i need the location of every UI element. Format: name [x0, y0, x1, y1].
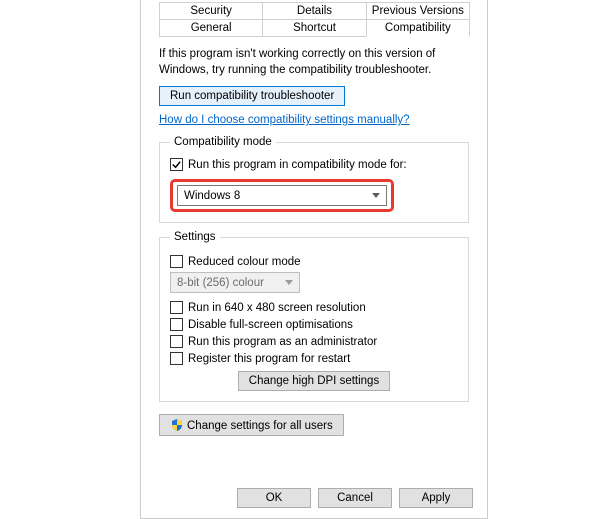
- chevron-down-icon: [285, 280, 293, 285]
- intro-text: If this program isn't working correctly …: [159, 47, 469, 78]
- cancel-button[interactable]: Cancel: [318, 488, 392, 508]
- compat-mode-label: Run this program in compatibility mode f…: [188, 159, 407, 171]
- tab-previous-versions[interactable]: Previous Versions: [366, 2, 470, 19]
- properties-dialog: Security Details Previous Versions Gener…: [140, 0, 488, 519]
- compatibility-mode-legend: Compatibility mode: [170, 136, 276, 148]
- compat-mode-value: Windows 8: [184, 190, 240, 202]
- compatibility-mode-group: Compatibility mode Run this program in c…: [159, 136, 469, 223]
- tab-strip: Security Details Previous Versions Gener…: [141, 0, 487, 37]
- disable-fullscreen-checkbox[interactable]: [170, 318, 183, 331]
- tab-security[interactable]: Security: [159, 2, 263, 19]
- register-restart-label: Register this program for restart: [188, 353, 350, 365]
- tab-compatibility[interactable]: Compatibility: [366, 19, 470, 37]
- run-troubleshooter-button[interactable]: Run compatibility troubleshooter: [159, 86, 345, 106]
- chevron-down-icon: [372, 193, 380, 198]
- change-all-users-label: Change settings for all users: [187, 420, 333, 432]
- run-admin-checkbox[interactable]: [170, 335, 183, 348]
- settings-group: Settings Reduced colour mode 8-bit (256)…: [159, 231, 469, 402]
- disable-fullscreen-label: Disable full-screen optimisations: [188, 319, 353, 331]
- tab-details[interactable]: Details: [262, 2, 366, 19]
- run-640-checkbox[interactable]: [170, 301, 183, 314]
- tab-content: If this program isn't working correctly …: [159, 36, 469, 480]
- colour-mode-select: 8-bit (256) colour: [170, 272, 300, 293]
- highlight-box: Windows 8: [170, 179, 394, 212]
- reduced-colour-checkbox[interactable]: [170, 255, 183, 268]
- shield-icon: [170, 418, 184, 432]
- ok-button[interactable]: OK: [237, 488, 311, 508]
- dialog-footer: OK Cancel Apply: [141, 480, 487, 518]
- settings-legend: Settings: [170, 231, 220, 243]
- manual-settings-link[interactable]: How do I choose compatibility settings m…: [159, 114, 410, 126]
- tab-shortcut[interactable]: Shortcut: [262, 19, 366, 37]
- apply-button[interactable]: Apply: [399, 488, 473, 508]
- register-restart-checkbox[interactable]: [170, 352, 183, 365]
- compat-mode-checkbox[interactable]: [170, 158, 183, 171]
- tab-general[interactable]: General: [159, 19, 263, 37]
- colour-mode-value: 8-bit (256) colour: [177, 277, 264, 289]
- compat-mode-select[interactable]: Windows 8: [177, 185, 387, 206]
- change-all-users-button[interactable]: Change settings for all users: [159, 414, 344, 436]
- reduced-colour-label: Reduced colour mode: [188, 256, 301, 268]
- change-dpi-button[interactable]: Change high DPI settings: [238, 371, 390, 391]
- run-admin-label: Run this program as an administrator: [188, 336, 377, 348]
- run-640-label: Run in 640 x 480 screen resolution: [188, 302, 366, 314]
- check-icon: [171, 159, 182, 170]
